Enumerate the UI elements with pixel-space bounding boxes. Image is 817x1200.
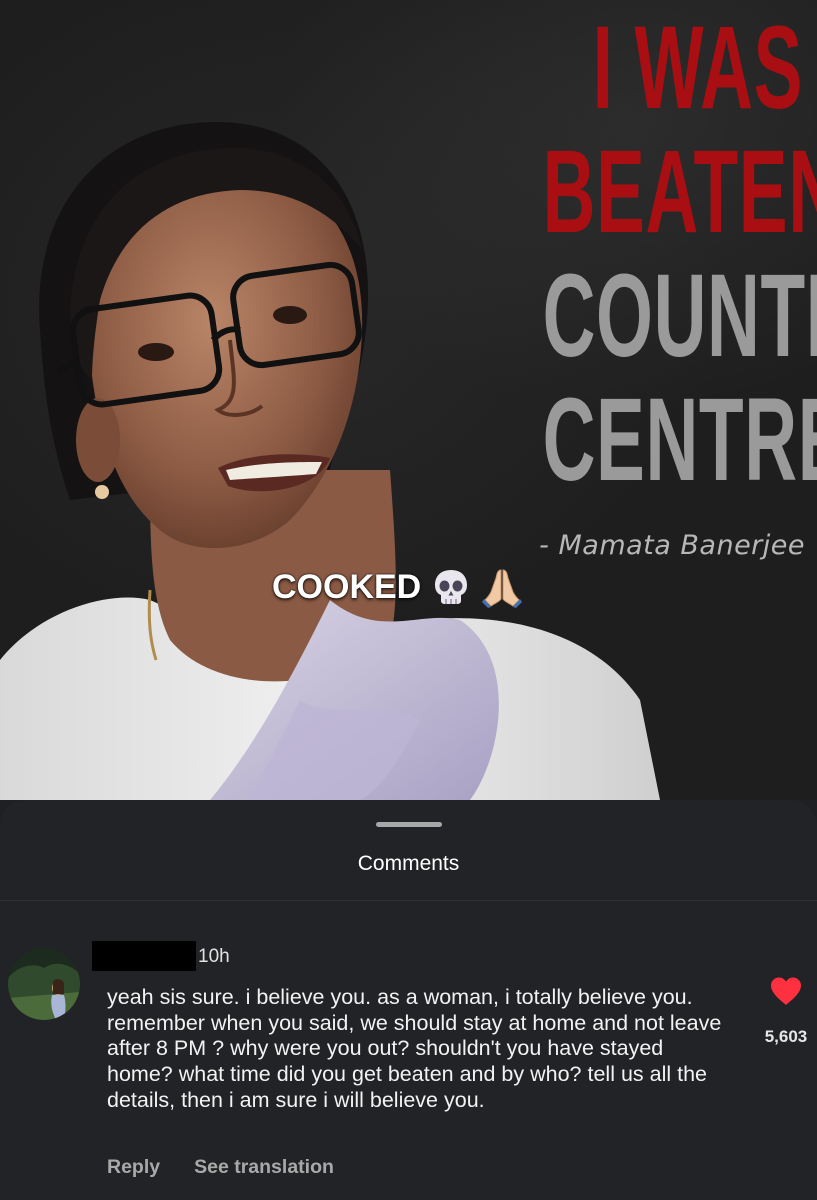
like-button[interactable]: 5,603 bbox=[760, 976, 812, 1047]
sheet-drag-handle[interactable] bbox=[376, 822, 442, 827]
headline-word-beaten: BEATEN bbox=[542, 126, 817, 258]
folded-hands-emoji-icon bbox=[482, 569, 523, 608]
post-image: I WAS BEATEN AT COUNTING CENTRE - Mamata… bbox=[0, 0, 817, 800]
quote-attribution: - Mamata Banerjee bbox=[539, 530, 805, 561]
headline-line-1: I WAS bbox=[592, 2, 803, 134]
comment-actions: Reply See translation bbox=[107, 1156, 334, 1179]
headline-line-2: BEATEN AT bbox=[543, 130, 817, 254]
see-translation-button[interactable]: See translation bbox=[194, 1156, 334, 1179]
sticker-text: COOKED bbox=[272, 567, 422, 606]
skull-emoji-icon bbox=[435, 570, 468, 604]
avatar-image bbox=[8, 948, 80, 1020]
headline: I WAS BEATEN AT COUNTING CENTRE bbox=[542, 2, 817, 506]
headline-line-3: COUNTING bbox=[542, 250, 817, 382]
heart-filled-icon bbox=[771, 977, 801, 1005]
username-redaction bbox=[92, 941, 196, 971]
story-sticker: COOKED bbox=[272, 566, 523, 608]
comments-title: Comments bbox=[357, 852, 460, 875]
avatar[interactable] bbox=[8, 948, 80, 1020]
comment-text: yeah sis sure. i believe you. as a woman… bbox=[107, 985, 722, 1112]
reply-button[interactable]: Reply bbox=[107, 1156, 160, 1179]
like-count: 5,603 bbox=[764, 1027, 808, 1046]
comments-sheet: Comments 10h yeah sis sure. i believe yo… bbox=[0, 800, 817, 1200]
comment-timestamp: 10h bbox=[198, 946, 230, 967]
headline-line-4: CENTRE bbox=[542, 374, 817, 506]
sheet-divider bbox=[0, 900, 817, 901]
